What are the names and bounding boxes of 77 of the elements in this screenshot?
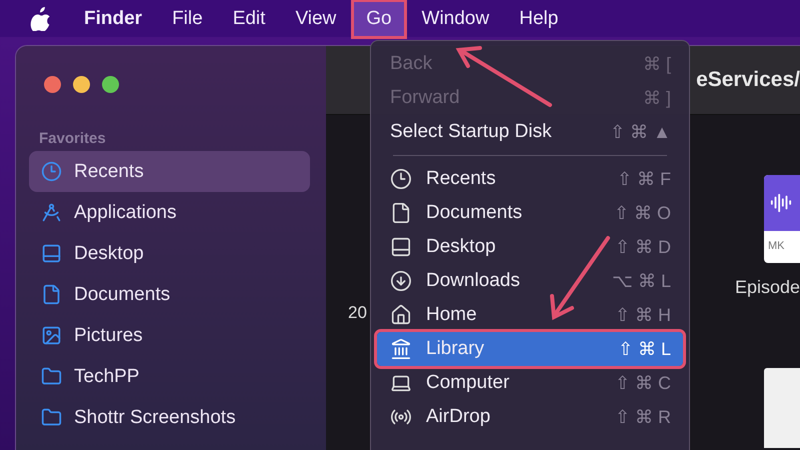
menu-item-label: Library [426,338,486,360]
keyboard-shortcut: ⇧ ⌘ H [614,304,671,326]
file-date: 20 [348,303,367,323]
sidebar-item-label: Desktop [74,242,144,264]
folder-icon [41,407,62,428]
sidebar-item[interactable]: Recents [29,151,310,192]
menu-item[interactable]: AirDrop ⇧ ⌘ R [377,400,683,434]
menu-item-label: Back [390,53,434,75]
menu-item-label: Home [426,304,478,326]
keyboard-shortcut: ⇧ ⌘ C [614,372,671,394]
menu-item[interactable]: Computer ⇧ ⌘ C [377,366,683,400]
house-icon [390,304,412,326]
keyboard-shortcut: ⇧ ⌘ R [614,406,671,428]
sidebar-item-label: Documents [74,284,170,306]
menu-bar-item[interactable]: Finder [72,2,154,36]
clock-icon [390,168,412,190]
menu-item[interactable]: Library ⇧ ⌘ L [377,332,683,366]
menu-item[interactable]: Downloads ⌥ ⌘ L [377,264,683,298]
menu-item-label: Select Startup Disk [390,121,553,143]
menu-bar-item[interactable]: View [283,2,348,36]
menu-item-label: AirDrop [426,406,492,428]
sidebar-item[interactable]: Desktop [29,233,310,274]
document-icon [390,202,412,224]
sidebar-item[interactable]: TechPP [29,356,310,397]
menu-bar-item[interactable]: Edit [220,2,278,36]
keyboard-shortcut: ⇧ ⌘ O [614,202,671,224]
menu-item[interactable]: Home ⇧ ⌘ H [377,298,683,332]
keyboard-shortcut: ⌘ ] [642,87,671,109]
file-name[interactable]: Episode [734,277,800,298]
sound-wave-icon [770,192,792,214]
menu-bar-item[interactable]: Help [507,2,570,36]
menu-item[interactable]: Documents ⇧ ⌘ O [377,196,683,230]
keyboard-shortcut: ⇧ ⌘ F [617,168,671,190]
menu-item-label: Desktop [426,236,497,258]
sidebar-item-label: Applications [74,202,176,224]
sidebar-heading: Favorites [39,130,107,147]
menu-item[interactable]: Desktop ⇧ ⌘ D [377,230,683,264]
apple-logo-icon[interactable] [30,6,52,30]
columns-building-icon [390,338,412,360]
menu-item-label: Downloads [426,270,521,292]
clock-icon [41,161,62,182]
menu-bar-item[interactable]: Window [410,2,502,36]
sidebar-item[interactable]: Shottr Screenshots [29,397,310,438]
folder-icon [41,366,62,387]
menu-item[interactable]: Recents ⇧ ⌘ F [377,162,683,196]
compass-icon [41,202,62,223]
menu-bar-item[interactable]: Go [354,2,404,36]
document-thumbnail[interactable] [764,368,800,448]
keyboard-shortcut: ⇧ ⌘ L [618,338,671,360]
sidebar-item-label: Shottr Screenshots [74,406,236,428]
file-thumbnail[interactable]: MK [764,175,800,263]
sidebar-item-label: Pictures [74,324,143,346]
menu-item-label: Documents [426,202,524,224]
picture-icon [41,325,62,346]
zoom-button[interactable] [102,76,119,93]
menu-item-label: Recents [426,168,497,190]
desktop-icon [41,243,62,264]
sidebar-item[interactable]: Documents [29,274,310,315]
sidebar-item-label: TechPP [74,366,140,388]
keyboard-shortcut: ⇧ ⌘ D [614,236,671,258]
menu-item-label: Computer [426,372,510,394]
desktop-icon [390,236,412,258]
sidebar-item[interactable]: Pictures [29,315,310,356]
sidebar-item[interactable]: Applications [29,192,310,233]
menu-item[interactable]: Select Startup Disk ⇧ ⌘ ▲ [377,115,683,149]
minimize-button[interactable] [73,76,90,93]
download-icon [390,270,412,292]
menu-item-label: Forward [390,87,461,109]
keyboard-shortcut: ⌥ ⌘ L [612,270,671,292]
sidebar-item-label: Recents [74,160,144,182]
path-title: eServices/ [696,68,800,92]
document-icon [41,284,62,305]
keyboard-shortcut: ⇧ ⌘ ▲ [610,121,671,143]
thumbnail-label: MK [767,239,786,252]
close-button[interactable] [44,76,61,93]
keyboard-shortcut: ⌘ [ [642,53,671,75]
menu-bar-item[interactable]: File [160,2,215,36]
